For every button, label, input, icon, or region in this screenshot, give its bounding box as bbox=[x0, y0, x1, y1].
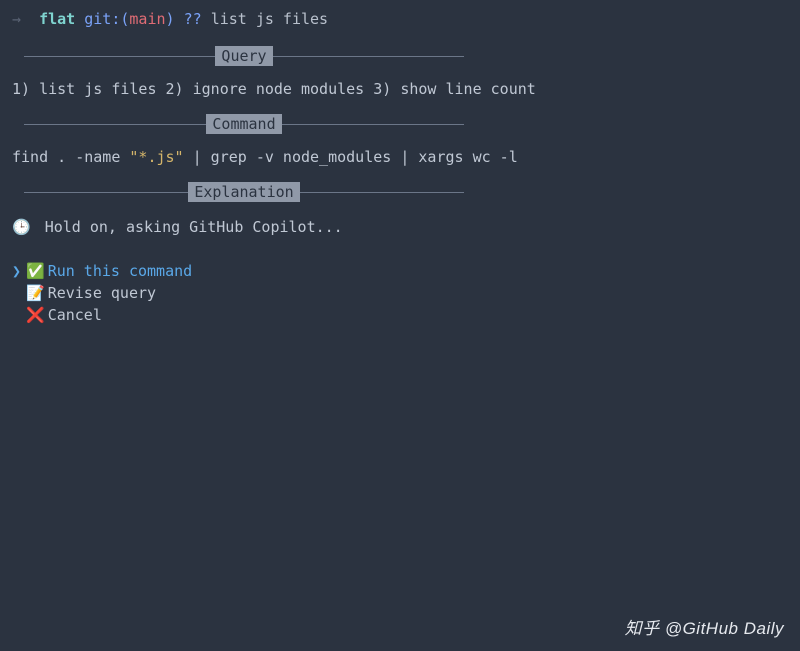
query-text: 1) list js files 2) ignore node modules … bbox=[12, 80, 788, 98]
prompt-branch: main bbox=[129, 10, 165, 28]
explanation-label: Explanation bbox=[188, 182, 299, 202]
prompt-qmark: ?? bbox=[184, 10, 202, 28]
prompt-arrow: → bbox=[12, 10, 21, 28]
status-line: 🕒 Hold on, asking GitHub Copilot... bbox=[12, 218, 788, 236]
command-label: Command bbox=[206, 114, 281, 134]
action-menu: ❯✅Run this command 📝 Revise query ❌Cance… bbox=[12, 260, 788, 326]
explanation-divider: Explanation bbox=[24, 182, 464, 202]
paren-close: ) bbox=[166, 10, 175, 28]
menu-label: Revise query bbox=[48, 282, 156, 304]
query-label: Query bbox=[215, 46, 272, 66]
status-text: Hold on, asking GitHub Copilot... bbox=[45, 218, 343, 236]
menu-caret: ❯ bbox=[12, 260, 26, 282]
memo-icon: 📝 bbox=[26, 282, 45, 304]
shell-prompt[interactable]: → flat git:(main) ?? list js files bbox=[12, 10, 788, 28]
prompt-dir: flat bbox=[39, 10, 75, 28]
menu-label: Run this command bbox=[48, 260, 193, 282]
cross-icon: ❌ bbox=[26, 304, 45, 326]
clock-icon: 🕒 bbox=[12, 218, 31, 236]
prompt-git: git: bbox=[84, 10, 120, 28]
menu-label: Cancel bbox=[48, 304, 102, 326]
query-divider: Query bbox=[24, 46, 464, 66]
prompt-input: list js files bbox=[211, 10, 328, 28]
menu-item-revise[interactable]: 📝 Revise query bbox=[12, 282, 788, 304]
check-icon: ✅ bbox=[26, 260, 45, 282]
menu-item-cancel[interactable]: ❌Cancel bbox=[12, 304, 788, 326]
command-text: find . -name "*.js" | grep -v node_modul… bbox=[12, 148, 788, 166]
watermark: 知乎 @GitHub Daily bbox=[625, 614, 784, 639]
command-divider: Command bbox=[24, 114, 464, 134]
menu-item-run[interactable]: ❯✅Run this command bbox=[12, 260, 788, 282]
